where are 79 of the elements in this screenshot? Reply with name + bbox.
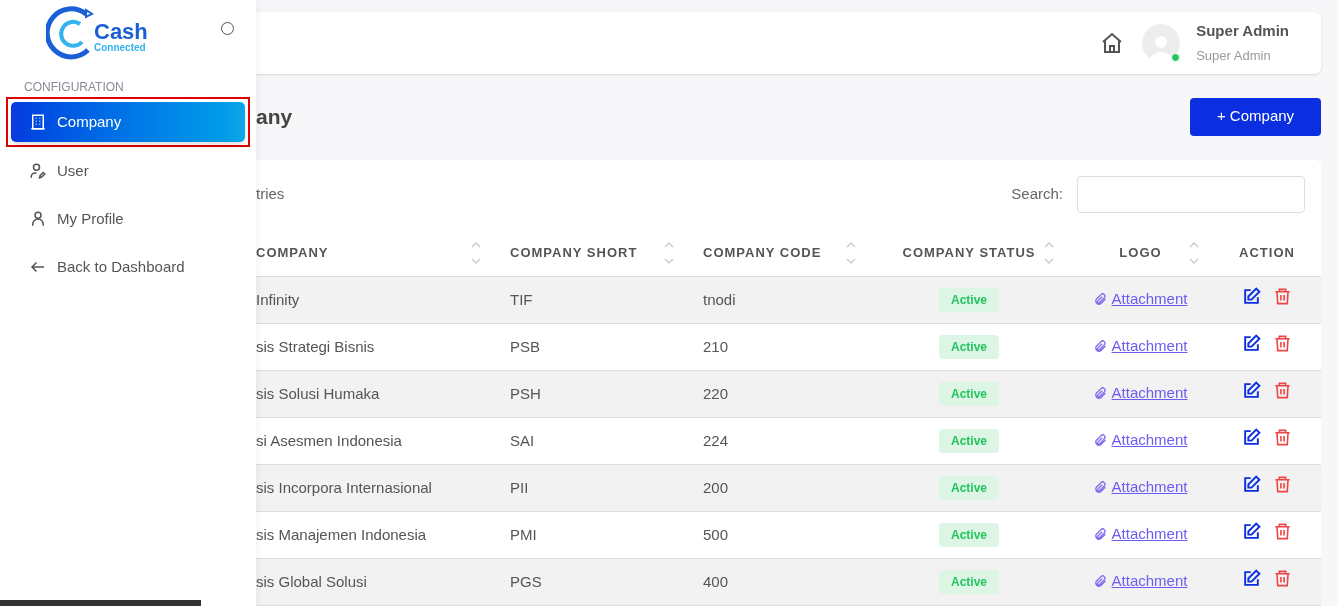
paperclip-icon (1093, 292, 1107, 306)
table-cell: 200 (703, 478, 729, 496)
table-cell: sis Solusi Humaka (256, 384, 380, 402)
scrollbar[interactable] (0, 600, 201, 606)
table-cell: PSH (510, 384, 541, 402)
delete-icon[interactable] (1273, 569, 1292, 589)
edit-icon[interactable] (1242, 569, 1261, 589)
table-cell: sis Manajemen Indonesia (256, 525, 427, 543)
status-badge: Active (939, 523, 999, 547)
column-header[interactable]: COMPANY SHORT (510, 245, 638, 260)
section-label: CONFIGURATION (24, 79, 125, 96)
table-cell: SAI (510, 431, 535, 449)
table-cell: 220 (703, 384, 729, 402)
attachment-link[interactable]: Attachment (1111, 381, 1188, 405)
status-badge: Active (939, 335, 999, 359)
user-icon (29, 210, 47, 228)
status-badge: Active (939, 476, 999, 500)
table-cell: si Asesmen Indonesia (256, 431, 402, 449)
delete-icon[interactable] (1273, 334, 1292, 354)
entries-label: tries (256, 184, 285, 205)
sidebar-item[interactable]: Company (11, 102, 245, 142)
column-header[interactable]: COMPANY CODE (703, 245, 822, 260)
table-cell: PGS (510, 572, 542, 590)
column-header[interactable]: COMPANY (256, 245, 329, 260)
status-badge: Active (939, 288, 999, 312)
edit-icon[interactable] (1242, 428, 1261, 448)
delete-icon[interactable] (1273, 428, 1292, 448)
edit-icon[interactable] (1242, 381, 1261, 401)
attachment-link[interactable]: Attachment (1111, 287, 1188, 311)
table-cell: PSB (510, 337, 540, 355)
status-badge: Active (939, 570, 999, 594)
attachment-link[interactable]: Attachment (1111, 522, 1188, 546)
delete-icon[interactable] (1273, 287, 1292, 307)
edit-icon[interactable] (1242, 287, 1261, 307)
status-badge: Active (939, 429, 999, 453)
delete-icon[interactable] (1273, 381, 1292, 401)
attachment-link[interactable]: Attachment (1111, 428, 1188, 452)
column-header[interactable]: ACTION (1239, 245, 1295, 260)
paperclip-icon (1093, 386, 1107, 400)
column-header[interactable]: COMPANY STATUS (902, 245, 1036, 260)
table-cell: PMI (510, 525, 537, 543)
delete-icon[interactable] (1273, 475, 1292, 495)
attachment-link[interactable]: Attachment (1111, 569, 1188, 593)
status-badge: Active (939, 382, 999, 406)
sidebar-item[interactable]: User (11, 152, 245, 190)
cash-connected-logo[interactable]: Cash Connected (46, 4, 148, 60)
sidebar-item[interactable]: Back to Dashboard (11, 248, 245, 286)
user-role: Super Admin (1196, 46, 1272, 65)
attachment-link[interactable]: Attachment (1111, 475, 1188, 499)
table-cell: TIF (510, 290, 533, 308)
user-icon (29, 162, 47, 180)
building-icon (29, 113, 47, 131)
table-cell: 400 (703, 572, 729, 590)
table-cell: 210 (703, 337, 729, 355)
edit-icon[interactable] (1242, 334, 1261, 354)
paperclip-icon (1093, 433, 1107, 447)
page-title: any (256, 103, 293, 130)
edit-icon[interactable] (1242, 522, 1261, 542)
table-cell: sis Incorpora Internasional (256, 478, 432, 496)
attachment-link[interactable]: Attachment (1111, 334, 1188, 358)
paperclip-icon (1093, 480, 1107, 494)
table-cell: 500 (703, 525, 729, 543)
edit-icon[interactable] (1242, 475, 1261, 495)
table-cell: Infinity (256, 290, 300, 308)
user-name: Super Admin (1196, 21, 1289, 42)
search-label: Search: (1011, 184, 1063, 205)
table-cell: sis Strategi Bisnis (256, 337, 375, 355)
paperclip-icon (1093, 339, 1107, 353)
search-field[interactable] (1077, 176, 1305, 213)
table-cell: sis Global Solusi (256, 572, 367, 590)
sidebar-item[interactable]: My Profile (11, 200, 245, 238)
table-cell: PII (510, 478, 529, 496)
column-header[interactable]: LOGO (1119, 245, 1162, 260)
delete-icon[interactable] (1273, 522, 1292, 542)
paperclip-icon (1093, 527, 1107, 541)
add-company-button[interactable]: + Company (1190, 97, 1321, 136)
table-cell: tnodi (703, 290, 736, 308)
table-cell: 224 (703, 431, 729, 449)
paperclip-icon (1093, 574, 1107, 588)
